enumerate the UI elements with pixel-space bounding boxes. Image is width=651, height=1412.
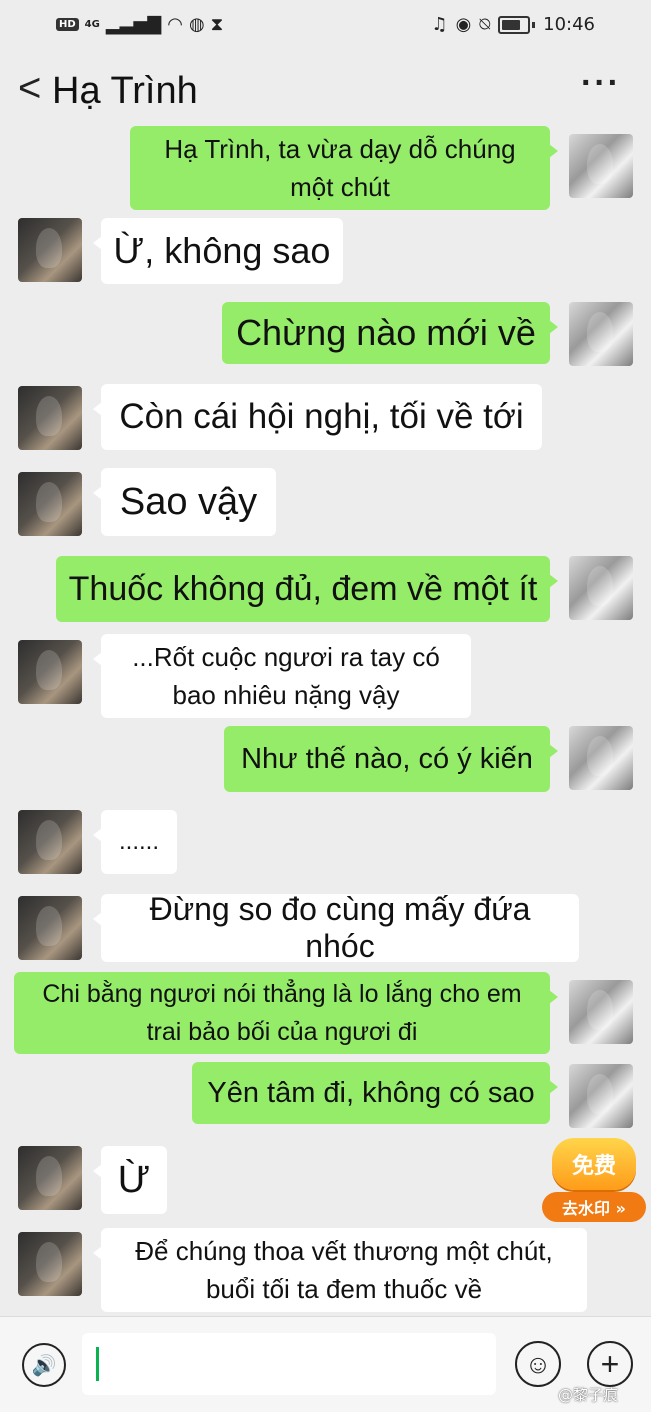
message-text: Đừng so đo cùng mấy đứa nhóc	[149, 891, 531, 964]
emoji-icon[interactable]: ☺	[515, 1341, 561, 1387]
message-text: Chi bằng ngươi nói thẳng là lo lắng cho …	[42, 980, 522, 1046]
contact-avatar[interactable]	[18, 810, 82, 874]
message-text: Hạ Trình, ta vừa dạy dỗ chúng một chút	[164, 134, 516, 202]
contact-avatar[interactable]	[18, 640, 82, 704]
message-text: Ừ, không sao	[113, 230, 331, 271]
message-text: Chừng nào mới về	[236, 312, 536, 353]
message-bubble[interactable]: Yên tâm đi, không có sao	[192, 1062, 558, 1124]
remove-watermark-badge[interactable]: 免费 去水印 »	[542, 1130, 646, 1224]
message-bubble[interactable]: Để chúng thoa vết thương một chút, buổi …	[93, 1228, 587, 1312]
message-bubble[interactable]: ...Rốt cuộc ngươi ra tay có bao nhiêu nặ…	[93, 634, 471, 718]
message-text: Yên tâm đi, không có sao	[207, 1076, 535, 1109]
message-text: Để chúng thoa vết thương một chút, buổi …	[135, 1236, 553, 1304]
message-bubble[interactable]: Hạ Trình, ta vừa dạy dỗ chúng một chút	[130, 126, 558, 210]
input-bar: 🔊 ☺ +	[0, 1316, 651, 1412]
self-avatar[interactable]	[569, 980, 633, 1044]
free-badge: 免费	[552, 1138, 636, 1190]
contact-avatar[interactable]	[18, 1146, 82, 1210]
message-bubble[interactable]: Ừ, không sao	[93, 218, 343, 284]
message-bubble[interactable]: Ừ	[93, 1146, 167, 1214]
plus-icon[interactable]: +	[587, 1341, 633, 1387]
message-bubble[interactable]: Sao vậy	[93, 468, 276, 536]
text-cursor	[96, 1347, 99, 1381]
watermark-text: @黎子痕	[558, 1386, 619, 1404]
message-text: Như thế nào, có ý kiến	[241, 742, 533, 775]
message-bubble[interactable]: Còn cái hội nghị, tối về tới	[93, 384, 542, 450]
message-text: Sao vậy	[119, 480, 258, 523]
message-text: Thuốc không đủ, đem về một ít	[68, 569, 538, 608]
contact-avatar[interactable]	[18, 218, 82, 282]
message-bubble[interactable]: Thuốc không đủ, đem về một ít	[56, 556, 558, 622]
message-bubble[interactable]: Như thế nào, có ý kiến	[224, 726, 558, 792]
message-bubble[interactable]: Đừng so đo cùng mấy đứa nhóc	[93, 891, 579, 964]
contact-avatar[interactable]	[18, 1232, 82, 1296]
self-avatar[interactable]	[569, 302, 633, 366]
self-avatar[interactable]	[569, 1064, 633, 1128]
message-bubble[interactable]: ......	[93, 810, 177, 874]
remove-watermark-label: 去水印 »	[542, 1192, 646, 1222]
contact-avatar[interactable]	[18, 386, 82, 450]
voice-icon[interactable]: 🔊	[22, 1343, 66, 1387]
self-avatar[interactable]	[569, 134, 633, 198]
self-avatar[interactable]	[569, 726, 633, 790]
message-bubble[interactable]: Chi bằng ngươi nói thẳng là lo lắng cho …	[14, 972, 558, 1054]
contact-avatar[interactable]	[18, 896, 82, 960]
contact-avatar[interactable]	[18, 472, 82, 536]
self-avatar[interactable]	[569, 556, 633, 620]
message-input[interactable]	[82, 1333, 496, 1395]
message-text: ......	[118, 828, 159, 855]
message-text: Còn cái hội nghị, tối về tới	[119, 397, 524, 436]
message-text: ...Rốt cuộc ngươi ra tay có bao nhiêu nặ…	[132, 642, 440, 710]
message-text: Ừ	[117, 1158, 151, 1201]
message-bubble[interactable]: Chừng nào mới về	[222, 302, 558, 364]
